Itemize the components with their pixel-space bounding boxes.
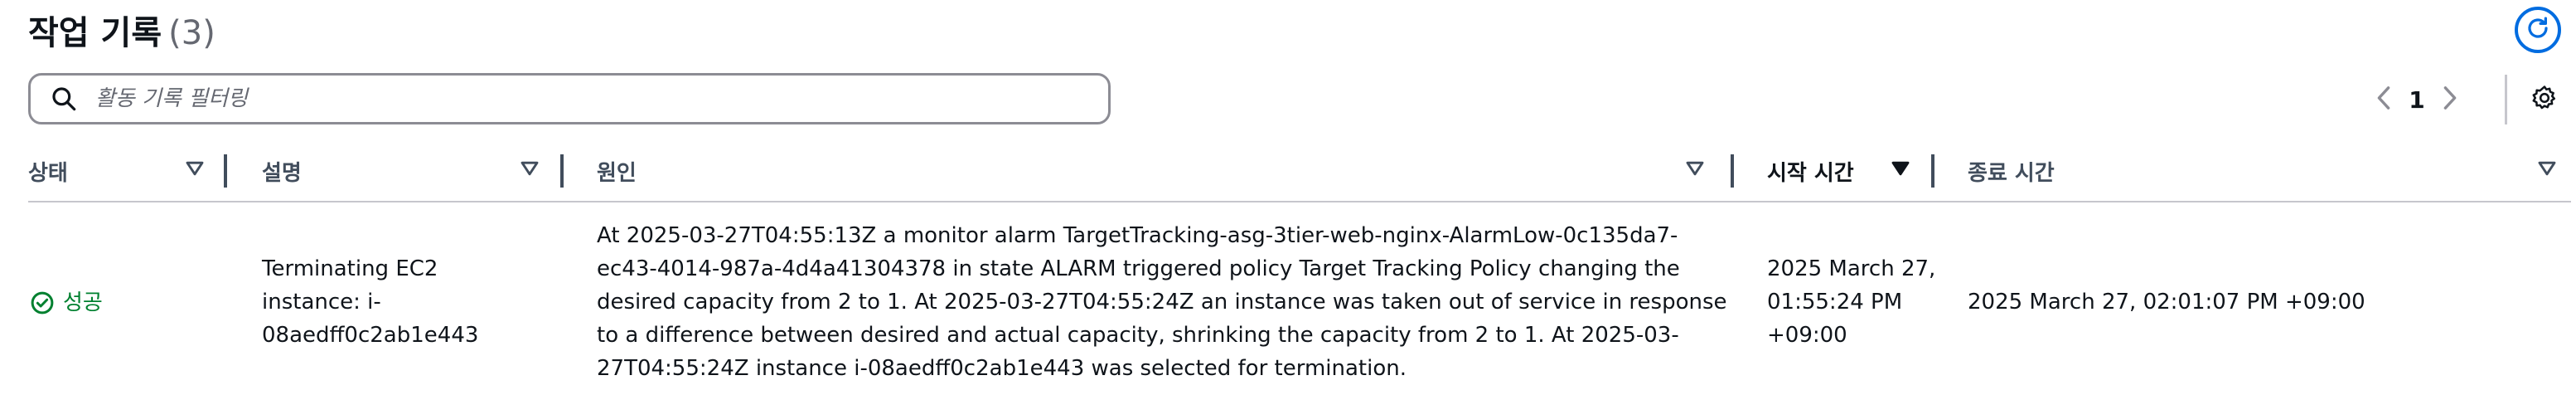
table-header: 상태 설명 원인 시작 시간 종료 시간	[28, 146, 2574, 196]
cause-cell: At 2025-03-27T04:55:13Z a monitor alarm …	[597, 223, 1727, 381]
column-header-start-time[interactable]: 시작 시간	[1767, 146, 1854, 196]
next-page-button[interactable]	[2433, 80, 2467, 119]
column-header-label: 종료 시간	[1968, 160, 2055, 186]
description-cell: Terminating EC2 instance: i-08aedff0c2ab…	[262, 256, 479, 348]
sort-descending-icon	[1891, 161, 1910, 179]
preferences-button[interactable]	[2526, 81, 2563, 118]
previous-page-button[interactable]	[2367, 80, 2400, 119]
search-input[interactable]	[94, 85, 1075, 112]
pagination: 1	[2367, 80, 2467, 119]
sort-end-time-button[interactable]	[2535, 158, 2559, 183]
sort-cause-button[interactable]	[1683, 158, 1707, 183]
item-count: (3)	[168, 14, 215, 52]
chevron-left-icon	[2375, 85, 2392, 114]
current-page-number[interactable]: 1	[2400, 86, 2433, 114]
end-time-cell: 2025 March 27, 02:01:07 PM +09:00	[1968, 290, 2365, 315]
gear-icon	[2530, 84, 2559, 115]
search-field[interactable]	[28, 73, 1111, 124]
column-header-cause[interactable]: 원인	[597, 146, 637, 196]
refresh-icon	[2525, 16, 2550, 44]
toolbar-divider	[2505, 75, 2507, 124]
column-header-end-time[interactable]: 종료 시간	[1968, 146, 2055, 196]
search-icon	[47, 82, 80, 115]
status-text: 성공	[63, 290, 103, 315]
start-time-cell: 2025 March 27, 01:55:24 PM +09:00	[1767, 256, 1936, 348]
table-row: 성공 Terminating EC2 instance: i-08aedff0c…	[28, 217, 2574, 395]
column-resizer[interactable]	[224, 154, 227, 188]
column-header-description[interactable]: 설명	[262, 146, 302, 196]
sort-triangle-icon	[186, 161, 204, 179]
sort-start-time-button[interactable]	[1888, 158, 1913, 183]
header-divider	[28, 201, 2571, 202]
column-resizer[interactable]	[1731, 154, 1734, 188]
column-header-label: 상태	[28, 160, 68, 186]
column-header-label: 설명	[262, 160, 302, 186]
chevron-right-icon	[2442, 85, 2458, 114]
check-circle-icon	[28, 289, 56, 317]
status-cell: 성공	[28, 286, 103, 319]
sort-status-button[interactable]	[182, 158, 207, 183]
sort-description-button[interactable]	[517, 158, 542, 183]
page-title-text: 작업 기록	[28, 14, 162, 52]
sort-triangle-icon	[2538, 161, 2556, 179]
column-header-status[interactable]: 상태	[28, 146, 68, 196]
page-title: 작업 기록 (3)	[28, 12, 215, 55]
column-resizer[interactable]	[1931, 154, 1934, 188]
column-header-label: 원인	[597, 160, 637, 186]
column-resizer[interactable]	[560, 154, 564, 188]
sort-triangle-icon	[521, 161, 539, 179]
refresh-button[interactable]	[2515, 7, 2561, 53]
sort-triangle-icon	[1686, 161, 1704, 179]
column-header-label: 시작 시간	[1767, 160, 1854, 186]
